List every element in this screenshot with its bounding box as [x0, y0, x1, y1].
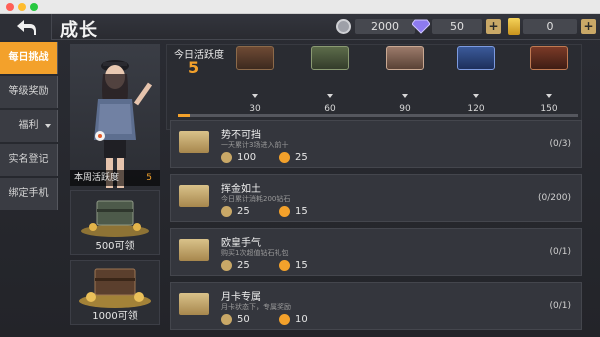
milestone-chest-60[interactable]: [311, 46, 349, 70]
back-button[interactable]: [0, 14, 52, 40]
task-title: 势不可挡: [221, 130, 261, 141]
task-progress: (0/1): [549, 301, 571, 311]
task-reward-activity: 15: [279, 260, 308, 271]
milestone-marker-icon: [546, 94, 552, 98]
task-description: 今日累计消耗200钻石: [221, 195, 291, 203]
diamond-value: 50: [432, 19, 482, 34]
coin-icon: [336, 19, 351, 34]
milestone-chest-90[interactable]: [386, 46, 424, 70]
milestone-label: 150: [540, 104, 558, 114]
window-titlebar: [0, 0, 600, 14]
sidebar-item-bind-phone[interactable]: 绑定手机: [0, 178, 58, 210]
currency-coin: 2000: [336, 18, 415, 35]
sidebar-item-welfare[interactable]: 福利: [0, 110, 58, 142]
currency-diamond: 50 +: [412, 18, 501, 35]
reward-chest-icon: [79, 268, 151, 308]
game-screen: 成长 2000 50 + 0 + 每日挑战 等级奖励 福利 实名登记 绑定手机: [0, 14, 600, 337]
weekly-reward-500[interactable]: 500可领: [70, 190, 160, 255]
character-panel: [70, 44, 160, 190]
milestone-marker-icon: [252, 94, 258, 98]
weekly-reward-label: 1000可领: [92, 311, 138, 322]
task-reward-activity: 15: [279, 206, 308, 217]
milestone-label: 120: [467, 104, 485, 114]
task-title: 挥金如土: [221, 184, 261, 195]
currency-gold-bar: 0 +: [508, 18, 596, 35]
weekly-activity-value: 5: [146, 173, 152, 183]
task-reward-experience: 100: [221, 152, 256, 163]
dropdown-arrow-icon: [45, 124, 51, 128]
character-illustration: [94, 60, 153, 188]
milestone-label: 60: [324, 104, 336, 114]
daily-activity-value: 5: [188, 58, 200, 77]
sidebar-item-label: 福利: [18, 120, 39, 131]
task-reward-experience: 25: [221, 260, 250, 271]
task-progress: (0/200): [538, 193, 571, 203]
add-diamond-button[interactable]: +: [486, 19, 501, 34]
star-icon: [221, 152, 232, 163]
sidebar: 每日挑战 等级奖励 福利 实名登记 绑定手机: [0, 42, 58, 212]
top-bar: 成长 2000 50 + 0 +: [0, 14, 600, 41]
star-icon: [221, 206, 232, 217]
add-gold-bar-button[interactable]: +: [581, 19, 596, 34]
task-description: 月卡状态下，专属奖励: [221, 303, 291, 311]
task-chest-icon: [179, 293, 209, 315]
activity-icon: [279, 206, 290, 217]
weekly-activity-label: 本周活跃度: [74, 173, 120, 183]
task-description: 购买1次超值钻石礼包: [221, 249, 289, 257]
task-chest-icon: [179, 131, 209, 153]
task-row[interactable]: 欧皇手气 购买1次超值钻石礼包 25 15 (0/1): [170, 228, 582, 276]
milestone-marker-icon: [402, 94, 408, 98]
daily-progress-fill: [178, 114, 190, 117]
milestone-label: 90: [399, 104, 411, 114]
task-title: 月卡专属: [221, 292, 261, 303]
task-progress: (0/3): [549, 139, 571, 149]
maximize-window-button[interactable]: [30, 3, 38, 11]
task-description: 一天累计3场进入前十: [221, 141, 289, 149]
milestone-label: 30: [249, 104, 261, 114]
task-row[interactable]: 月卡专属 月卡状态下，专属奖励 50 10 (0/1): [170, 282, 582, 330]
close-window-button[interactable]: [6, 3, 14, 11]
task-row[interactable]: 挥金如土 今日累计消耗200钻石 25 15 (0/200): [170, 174, 582, 222]
page-title: 成长: [60, 20, 98, 41]
milestone-chest-120[interactable]: [457, 46, 495, 70]
reward-chest-icon: [81, 200, 149, 237]
task-chest-icon: [179, 185, 209, 207]
task-reward-experience: 25: [221, 206, 250, 217]
daily-activity-panel: [166, 44, 582, 130]
sidebar-item-level-rewards[interactable]: 等级奖励: [0, 76, 58, 108]
task-row[interactable]: 势不可挡 一天累计3场进入前十 100 25 (0/3): [170, 120, 582, 168]
milestone-chest-30[interactable]: [236, 46, 274, 70]
weekly-reward-1000[interactable]: 1000可领: [70, 260, 160, 325]
star-icon: [221, 314, 232, 325]
activity-icon: [279, 260, 290, 271]
sidebar-item-daily-challenge[interactable]: 每日挑战: [0, 42, 58, 74]
weekly-reward-label: 500可领: [95, 241, 135, 252]
milestone-marker-icon: [473, 94, 479, 98]
star-icon: [221, 260, 232, 271]
task-title: 欧皇手气: [221, 238, 261, 249]
task-chest-icon: [179, 239, 209, 261]
activity-icon: [279, 152, 290, 163]
minimize-window-button[interactable]: [18, 3, 26, 11]
task-reward-activity: 10: [279, 314, 308, 325]
sidebar-item-real-name[interactable]: 实名登记: [0, 144, 58, 176]
weekly-activity: 本周活跃度 5: [70, 170, 160, 186]
milestone-marker-icon: [327, 94, 333, 98]
activity-icon: [279, 314, 290, 325]
milestone-chest-150[interactable]: [530, 46, 568, 70]
task-progress: (0/1): [549, 247, 571, 257]
diamond-icon: [412, 19, 430, 34]
daily-progress-bar: [178, 114, 578, 117]
task-reward-activity: 25: [279, 152, 308, 163]
gold-bar-value: 0: [523, 19, 577, 34]
task-reward-experience: 50: [221, 314, 250, 325]
coin-value: 2000: [355, 19, 415, 34]
gold-bar-icon: [508, 18, 520, 35]
back-arrow-icon: [16, 20, 36, 35]
